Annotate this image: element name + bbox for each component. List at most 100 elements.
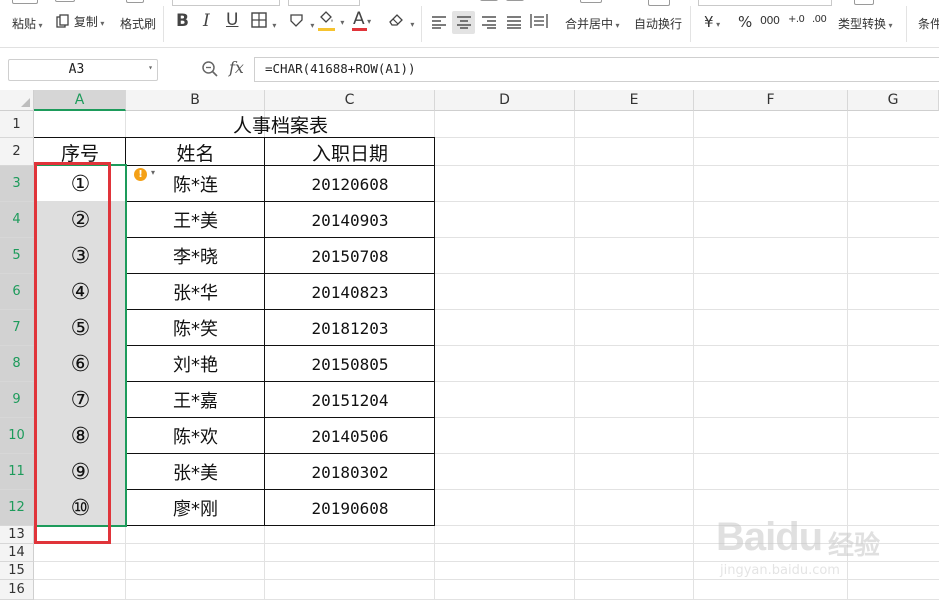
decrease-decimal-button[interactable]: .00 bbox=[812, 14, 827, 25]
row-header-1[interactable]: 1 bbox=[0, 111, 34, 138]
name-cell[interactable]: 李*晓 bbox=[126, 238, 265, 274]
bold-button[interactable]: B bbox=[176, 13, 189, 30]
number-format-select[interactable] bbox=[698, 0, 832, 6]
name-cell[interactable]: 陈*笑 bbox=[126, 310, 265, 346]
paste-button[interactable]: 粘贴 ▾ bbox=[12, 15, 43, 32]
format-painter-button[interactable]: 格式刷 bbox=[120, 15, 156, 32]
align-left-icon[interactable] bbox=[431, 15, 447, 29]
warning-dropdown-icon[interactable]: ▾ bbox=[151, 168, 155, 177]
row-header-6[interactable]: 6 bbox=[0, 274, 34, 310]
font-name-select[interactable] bbox=[172, 0, 280, 6]
hire-date-cell[interactable]: 20140823 bbox=[265, 274, 435, 310]
hire-date-cell[interactable]: 20180302 bbox=[265, 454, 435, 490]
row-header-2[interactable]: 2 bbox=[0, 138, 34, 166]
hire-date-cell[interactable]: 20151204 bbox=[265, 382, 435, 418]
name-cell[interactable]: 王*美 bbox=[126, 202, 265, 238]
copy-dropdown-icon[interactable]: ▾ bbox=[98, 19, 104, 28]
paste-label: 粘贴 bbox=[12, 17, 37, 31]
column-header-e[interactable]: E bbox=[575, 90, 694, 111]
name-cell[interactable]: 张*美 bbox=[126, 454, 265, 490]
hire-date-cell[interactable]: 20150708 bbox=[265, 238, 435, 274]
column-title-2[interactable]: 入职日期 bbox=[265, 138, 435, 166]
row-header-13[interactable]: 13 bbox=[0, 526, 34, 544]
distributed-align-icon[interactable] bbox=[530, 13, 548, 29]
font-color-swatch bbox=[352, 28, 367, 31]
name-cell[interactable]: 刘*艳 bbox=[126, 346, 265, 382]
justify-icon[interactable] bbox=[506, 15, 522, 29]
cell-style-dropdown-icon[interactable]: ▾ bbox=[310, 21, 314, 30]
name-cell[interactable]: 廖*刚 bbox=[126, 490, 265, 526]
formula-input[interactable]: =CHAR(41688+ROW(A1)) bbox=[254, 57, 939, 82]
type-convert-button[interactable]: 类型转换 ▾ bbox=[838, 15, 893, 32]
zoom-search-icon[interactable] bbox=[201, 60, 219, 78]
currency-dropdown-icon[interactable]: ▾ bbox=[714, 20, 720, 29]
watermark-url: jingyan.baidu.com bbox=[720, 563, 840, 578]
row-header-14[interactable]: 14 bbox=[0, 544, 34, 562]
increase-decimal-button[interactable]: +.0 bbox=[788, 14, 805, 25]
name-cell[interactable]: 张*华 bbox=[126, 274, 265, 310]
merge-center-dropdown-icon[interactable]: ▾ bbox=[613, 21, 620, 30]
row-header-9[interactable]: 9 bbox=[0, 382, 34, 418]
hire-date-cell[interactable]: 20181203 bbox=[265, 310, 435, 346]
table-border bbox=[126, 525, 435, 526]
align-middle-icon[interactable] bbox=[506, 0, 524, 1]
font-color-button[interactable]: A ▾ bbox=[353, 11, 371, 28]
fill-color-button[interactable]: ▾ bbox=[318, 11, 344, 29]
cut-icon[interactable] bbox=[55, 0, 75, 2]
row-header-7[interactable]: 7 bbox=[0, 310, 34, 346]
font-color-dropdown-icon[interactable]: ▾ bbox=[365, 17, 371, 26]
conditional-format-button[interactable]: 条件 bbox=[918, 15, 939, 32]
currency-button[interactable]: ¥ ▾ bbox=[704, 13, 720, 31]
underline-button[interactable]: U bbox=[226, 12, 238, 29]
hire-date-cell[interactable]: 20140903 bbox=[265, 202, 435, 238]
cell-style-button[interactable]: ▾ bbox=[289, 12, 314, 32]
table-border bbox=[434, 137, 435, 526]
fill-color-dropdown-icon[interactable]: ▾ bbox=[340, 18, 344, 27]
name-box-dropdown-icon[interactable]: ▾ bbox=[148, 63, 153, 72]
column-header-a[interactable]: A bbox=[34, 90, 126, 111]
row-header-5[interactable]: 5 bbox=[0, 238, 34, 274]
insert-function-button[interactable]: fx bbox=[229, 58, 244, 77]
column-header-b[interactable]: B bbox=[126, 90, 265, 111]
clear-format-dropdown-icon[interactable]: ▾ bbox=[410, 20, 414, 29]
row-header-3[interactable]: 3 bbox=[0, 166, 34, 202]
error-indicator[interactable]: ! ▾ bbox=[134, 168, 162, 182]
paste-dropdown-icon[interactable]: ▾ bbox=[36, 21, 43, 30]
row-header-8[interactable]: 8 bbox=[0, 346, 34, 382]
table-border bbox=[126, 273, 435, 274]
column-header-d[interactable]: D bbox=[435, 90, 575, 111]
row-header-12[interactable]: 12 bbox=[0, 490, 34, 526]
row-header-4[interactable]: 4 bbox=[0, 202, 34, 238]
clear-format-button[interactable]: ▾ bbox=[388, 12, 414, 31]
hire-date-cell[interactable]: 20140506 bbox=[265, 418, 435, 454]
row-header-16[interactable]: 16 bbox=[0, 580, 34, 600]
font-size-select[interactable] bbox=[288, 0, 360, 6]
thousands-separator-button[interactable]: 000 bbox=[760, 14, 780, 27]
column-title-1[interactable]: 姓名 bbox=[126, 138, 265, 166]
align-center-icon[interactable] bbox=[456, 15, 472, 29]
hire-date-cell[interactable]: 20190608 bbox=[265, 490, 435, 526]
align-right-icon[interactable] bbox=[481, 15, 497, 29]
italic-button[interactable]: I bbox=[203, 13, 210, 30]
border-dropdown-icon[interactable]: ▾ bbox=[272, 21, 276, 30]
row-header-15[interactable]: 15 bbox=[0, 562, 34, 580]
select-all-corner[interactable] bbox=[0, 90, 34, 111]
hire-date-cell[interactable]: 20150805 bbox=[265, 346, 435, 382]
name-cell[interactable]: 王*嘉 bbox=[126, 382, 265, 418]
copy-button[interactable]: 复制 ▾ bbox=[56, 13, 104, 30]
percent-button[interactable]: % bbox=[738, 13, 752, 31]
row-header-11[interactable]: 11 bbox=[0, 454, 34, 490]
name-cell[interactable]: 陈*欢 bbox=[126, 418, 265, 454]
row-header-10[interactable]: 10 bbox=[0, 418, 34, 454]
border-button[interactable]: ▾ bbox=[251, 12, 276, 32]
table-border bbox=[264, 137, 265, 526]
column-header-g[interactable]: G bbox=[848, 90, 939, 111]
hire-date-cell[interactable]: 20120608 bbox=[265, 166, 435, 202]
wrap-text-button[interactable]: 自动换行 bbox=[634, 15, 682, 32]
column-header-c[interactable]: C bbox=[265, 90, 435, 111]
align-top-icon[interactable] bbox=[480, 0, 498, 1]
name-box[interactable]: A3 ▾ bbox=[8, 59, 158, 81]
type-convert-dropdown-icon[interactable]: ▾ bbox=[886, 21, 893, 30]
column-header-f[interactable]: F bbox=[694, 90, 848, 111]
merge-center-button[interactable]: 合并居中 ▾ bbox=[565, 15, 620, 32]
